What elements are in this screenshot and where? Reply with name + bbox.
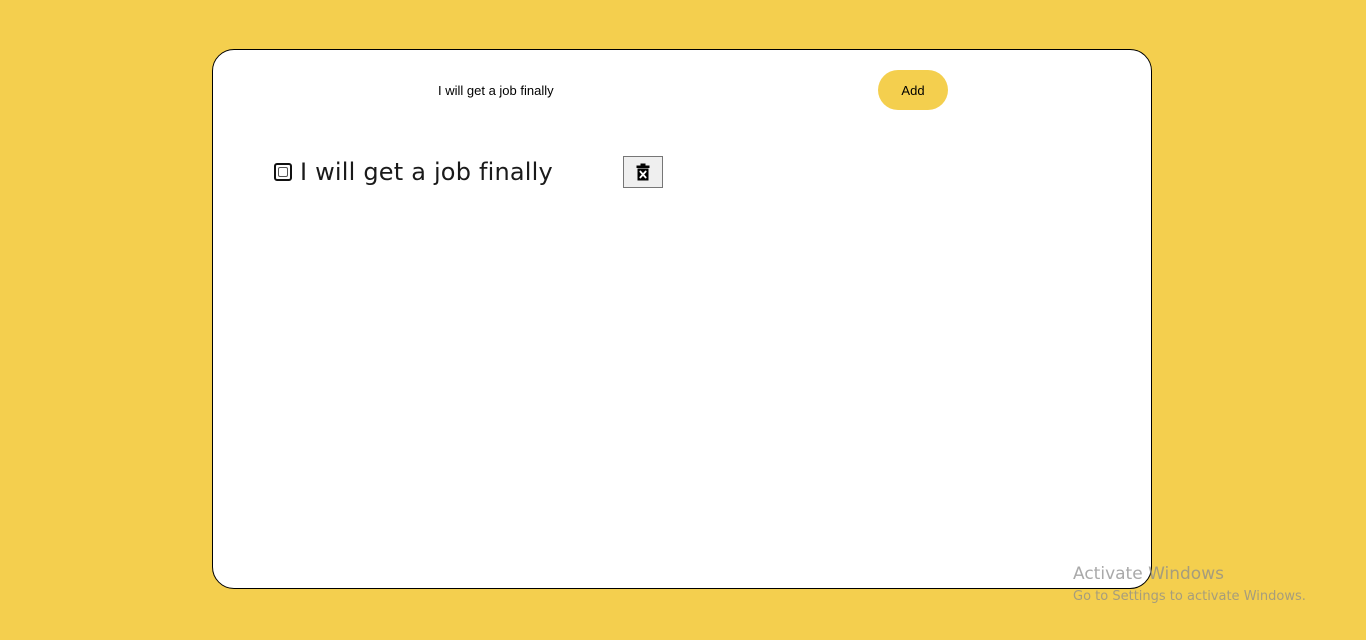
add-button[interactable]: Add — [878, 70, 948, 110]
trash-x-icon — [636, 163, 650, 181]
todo-text: I will get a job finally — [300, 158, 553, 186]
todo-card: Add I will get a job finally — [212, 49, 1152, 589]
task-input[interactable] — [429, 74, 729, 106]
delete-button[interactable] — [623, 156, 663, 188]
todo-item: I will get a job finally — [274, 154, 674, 194]
watermark-subtitle: Go to Settings to activate Windows. — [1073, 589, 1306, 604]
todo-checkbox[interactable] — [274, 163, 292, 181]
